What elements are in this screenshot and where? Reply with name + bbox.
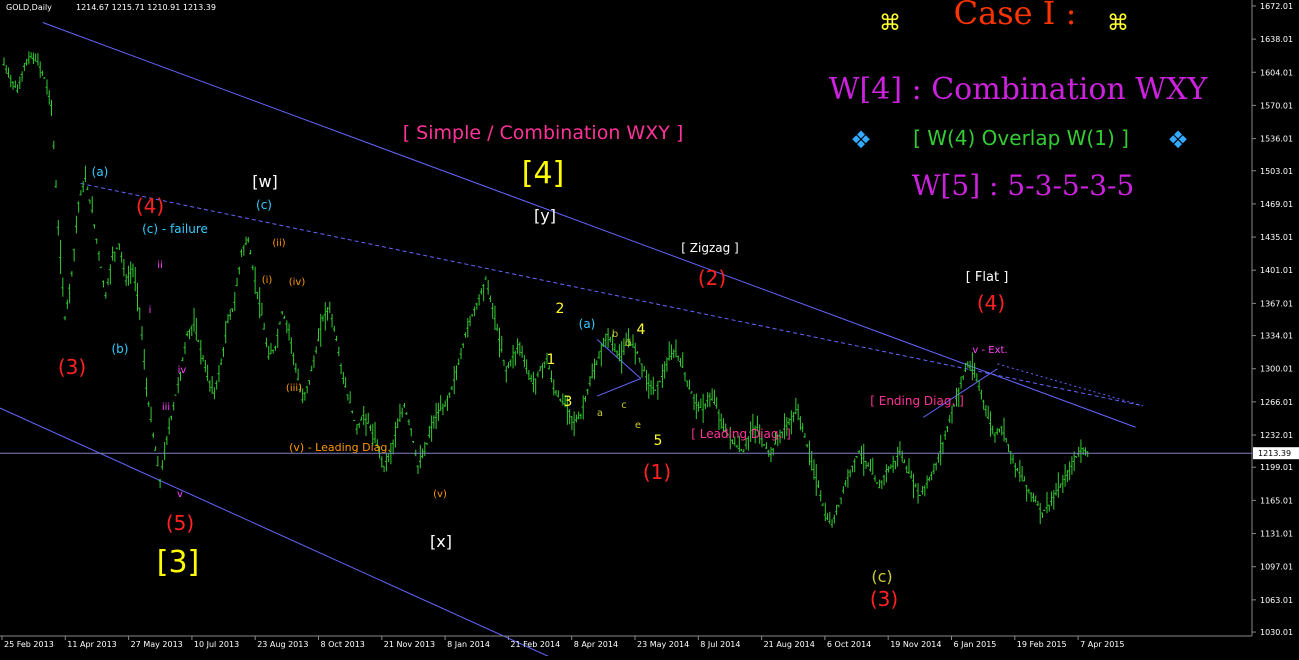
x-tick-label: 21 Nov 2013 [384, 640, 435, 649]
wave-label: d [625, 338, 631, 349]
case-title: Case I : [954, 0, 1077, 32]
wave-label: (c) [871, 567, 892, 586]
x-tick-label: 19 Nov 2014 [890, 640, 941, 649]
x-tick-label: 27 May 2013 [131, 640, 183, 649]
x-tick-label: 10 Jul 2013 [194, 640, 239, 649]
wave-label: (iii) [286, 383, 302, 394]
wave-label: iv [178, 365, 187, 376]
y-tick-label: 1367.01 [1260, 299, 1293, 308]
wave-label: (5) [166, 511, 194, 535]
w5-headline: W[5] : 5-3-5-3-5 [912, 169, 1135, 202]
wave-label: (1) [643, 460, 671, 484]
y-tick-label: 1536.01 [1260, 135, 1293, 144]
y-tick-label: 1672.01 [1260, 2, 1293, 11]
wave-label: [w] [252, 172, 278, 191]
y-tick-label: 1570.01 [1260, 101, 1293, 110]
y-tick-label: 1232.01 [1260, 431, 1293, 440]
wave-label: c [621, 400, 627, 411]
y-tick-label: 1165.01 [1260, 496, 1293, 505]
wave-label: [3] [157, 545, 200, 580]
wave-label: [ Flat ] [966, 270, 1009, 285]
wave-label: [4] [522, 156, 565, 191]
ohlc-values: 1214.67 1215.71 1210.91 1213.39 [76, 3, 216, 12]
x-tick-label: 8 Jul 2014 [700, 640, 740, 649]
wave-label: a [597, 408, 603, 419]
wave-label: b [612, 329, 618, 340]
wave-label: (4) [136, 194, 164, 218]
y-tick-label: 1063.01 [1260, 596, 1293, 605]
simple-combination-label: [ Simple / Combination WXY ] [403, 122, 684, 144]
wave-label: (iv) [289, 277, 306, 288]
x-tick-label: 6 Oct 2014 [827, 640, 871, 649]
wave-label: (4) [977, 291, 1005, 315]
wave-label: 5 [654, 433, 663, 449]
wave-label: (ii) [272, 238, 285, 249]
x-tick-label: 23 Aug 2013 [257, 640, 308, 649]
wave-label: (v) [433, 489, 447, 500]
wave-label: (a) [579, 317, 596, 331]
y-tick-label: 1469.01 [1260, 200, 1293, 209]
x-tick-label: 23 May 2014 [637, 640, 689, 649]
wave-label: (a) [92, 165, 109, 179]
wave-label: [ Zigzag ] [681, 241, 738, 255]
x-tick-label: 8 Jan 2014 [447, 640, 490, 649]
current-price-label: 1213.39 [1258, 449, 1291, 458]
y-tick-label: 1401.01 [1260, 266, 1293, 275]
wave-label: ii [157, 260, 163, 271]
wave-label: [ Ending Diag. ] [870, 394, 964, 408]
chart-container: (a) (4) (c) - failure (3) (b) ii i iii iv v (5) [3]… [0, 0, 1299, 660]
y-tick-label: 1199.01 [1260, 463, 1293, 472]
wave-label: (b) [112, 342, 129, 356]
wave-label: v [177, 489, 183, 500]
wave-label: i [149, 305, 152, 316]
y-tick-label: 1030.01 [1260, 628, 1293, 637]
wave-label: 2 [556, 301, 565, 317]
wave-label: (i) [262, 275, 273, 286]
x-tick-label: 25 Feb 2013 [4, 640, 54, 649]
wave-label: 1 [547, 352, 556, 368]
y-tick-label: 1300.01 [1260, 365, 1293, 374]
y-tick-label: 1435.01 [1260, 233, 1293, 242]
wave-label: [y] [534, 206, 556, 225]
x-tick-label: 11 Apr 2013 [67, 640, 116, 649]
wave-label: (3) [870, 587, 898, 611]
symbol-label: GOLD,Daily [6, 3, 52, 12]
wave-label: (c) [256, 198, 272, 212]
x-tick-label: 21 Aug 2014 [764, 640, 815, 649]
wave-label: (2) [698, 266, 726, 290]
case-symbol-right-icon: ⌘ [1107, 11, 1129, 36]
x-tick-label: 6 Jan 2015 [954, 640, 997, 649]
wave-label: [x] [430, 532, 452, 551]
wave-label: (v) - Leading Diag. [289, 441, 391, 454]
wave-label: 3 [564, 394, 573, 410]
y-tick-label: 1097.01 [1260, 563, 1293, 572]
wave-label: iii [162, 402, 170, 413]
x-tick-label: 7 Apr 2015 [1080, 640, 1124, 649]
y-tick-label: 1503.01 [1260, 167, 1293, 176]
wave-label: (3) [58, 355, 86, 379]
wave-label: 4 [637, 322, 646, 338]
case-symbol-left-icon: ⌘ [879, 11, 901, 36]
wave-label: (c) - failure [142, 222, 208, 236]
wave-label: e [635, 420, 641, 431]
x-tick-label: 8 Apr 2014 [574, 640, 618, 649]
x-tick-label: 21 Feb 2014 [510, 640, 560, 649]
y-tick-label: 1266.01 [1260, 398, 1293, 407]
y-tick-label: 1638.01 [1260, 35, 1293, 44]
gold-daily-chart: (a)(4)(c) - failure(3)(b)iiiiiiivv(5)[3]… [0, 0, 1299, 660]
y-tick-label: 1604.01 [1260, 68, 1293, 77]
overlap-headline: [ W(4) Overlap W(1) ] [913, 126, 1129, 150]
wave-label: [ Leading Diag. ] [691, 427, 791, 441]
wave-label: v - Ext. [972, 345, 1007, 356]
diamond-left-icon: ❖ [850, 126, 872, 154]
diamond-right-icon: ❖ [1167, 126, 1189, 154]
y-tick-label: 1131.01 [1260, 530, 1293, 539]
w4-headline: W[4] : Combination WXY [829, 72, 1209, 107]
x-tick-label: 19 Feb 2015 [1017, 640, 1067, 649]
x-tick-label: 8 Oct 2013 [321, 640, 365, 649]
y-tick-label: 1334.01 [1260, 332, 1293, 341]
